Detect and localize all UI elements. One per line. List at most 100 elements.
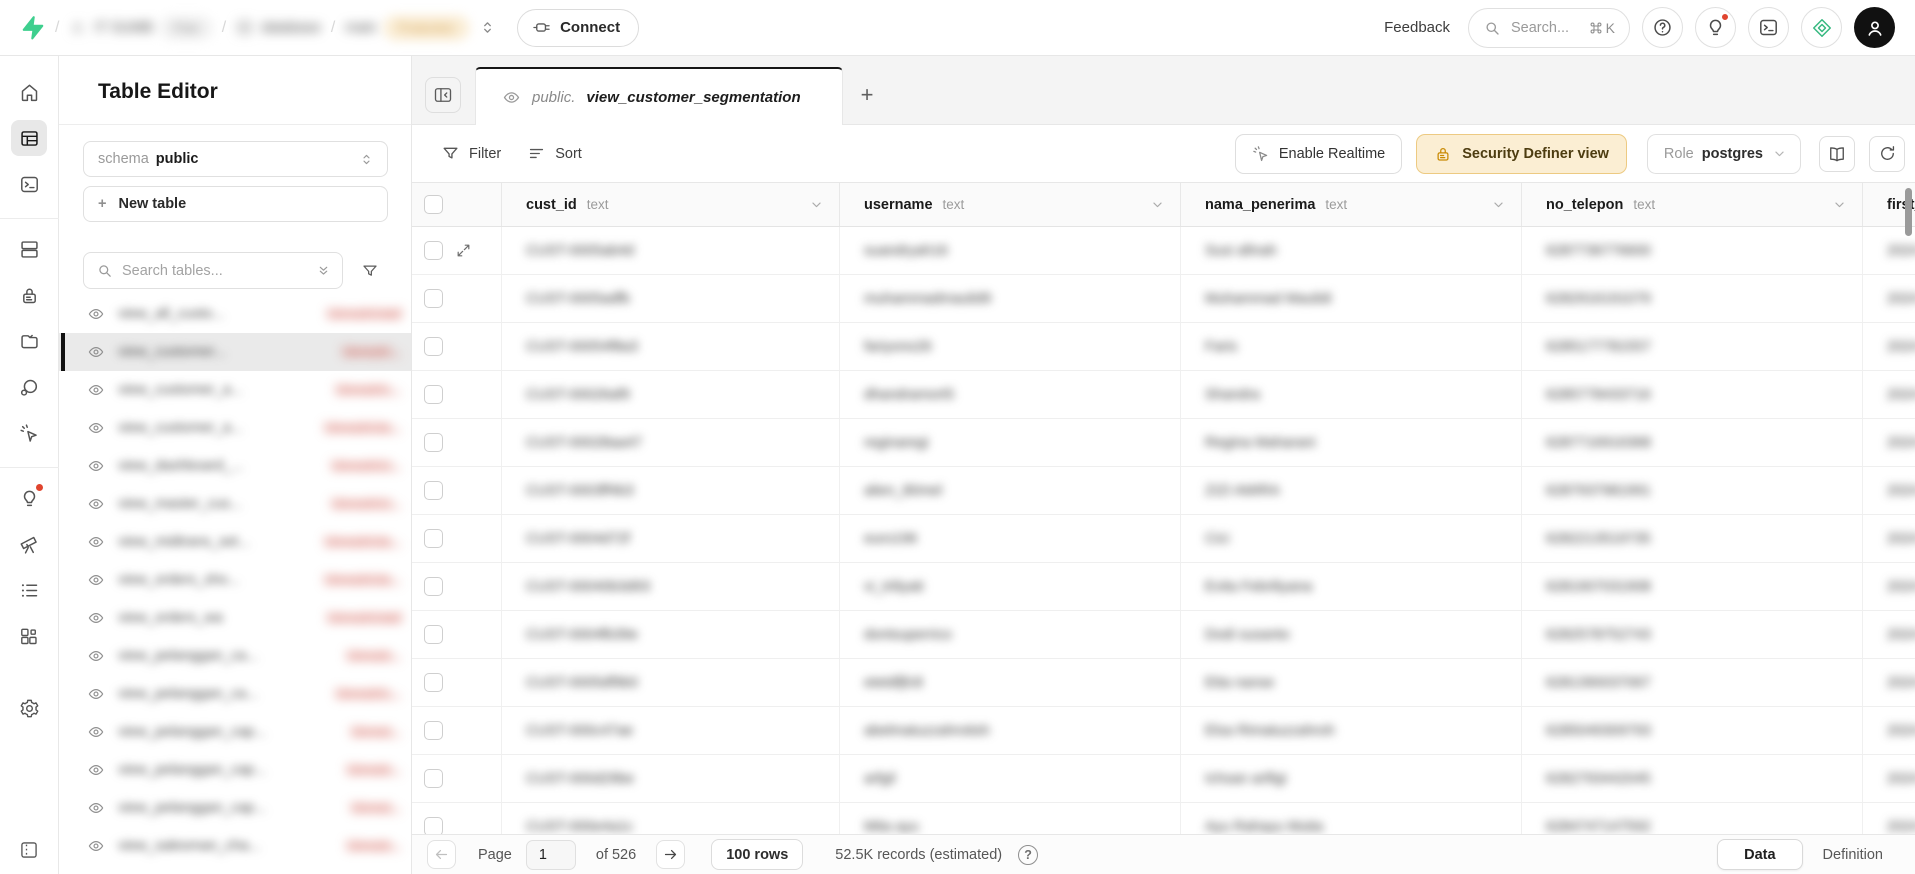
search-tables-input[interactable]	[122, 263, 306, 279]
cell-first_l[interactable]: 2024	[1863, 659, 1915, 706]
terminal-button[interactable]	[1748, 7, 1789, 48]
cell-username[interactable]: fariyono26	[840, 323, 1181, 370]
table-list-item[interactable]: view_pelanggan_ca...Unrestr...	[59, 637, 411, 675]
table-list-filter-button[interactable]	[351, 252, 388, 289]
cell-nama_penerima[interactable]: Etta nanse	[1181, 659, 1522, 706]
rail-item-authentication[interactable]	[11, 277, 47, 313]
table-list-item[interactable]: view_salesman_cha...Unrestr...	[59, 827, 411, 865]
branch-selector-chevrons-icon[interactable]	[478, 18, 497, 37]
collapse-sidebar-button[interactable]	[425, 77, 461, 113]
table-row[interactable]: CUST-0005ab4dsuandryah16Susi afinah62877…	[412, 227, 1915, 275]
table-list-item[interactable]: view_dashboard_...Unrestrict...	[59, 447, 411, 485]
cell-first_l[interactable]: 2024	[1863, 419, 1915, 466]
rail-item-home[interactable]	[11, 74, 47, 110]
rail-item-reports[interactable]	[11, 526, 47, 562]
records-help-icon[interactable]: ?	[1018, 845, 1038, 865]
cell-nama_penerima[interactable]: Shandra	[1181, 371, 1522, 418]
table-row[interactable]: CUST-000d29bearfgilIchsan arifigi6282793…	[412, 755, 1915, 803]
cell-username[interactable]: abelmatuzzahrotish	[840, 707, 1181, 754]
data-tab[interactable]: Data	[1717, 839, 1802, 870]
table-row[interactable]: CUST-0005adfbmuhammadmaulid9Muhammad Mau…	[412, 275, 1915, 323]
page-number-input[interactable]	[526, 840, 576, 870]
rows-per-page-button[interactable]: 100 rows	[711, 839, 803, 870]
cell-nama_penerima[interactable]: Regina Maharani	[1181, 419, 1522, 466]
table-list-item[interactable]: view_customer_a...Unrestric...	[59, 371, 411, 409]
cell-first_l[interactable]: 2024	[1863, 467, 1915, 514]
cell-cust_id[interactable]: CUST-00028aa47	[502, 419, 840, 466]
cell-cust_id[interactable]: CUST-0005ab4d	[502, 227, 840, 274]
row-checkbox[interactable]	[424, 721, 443, 740]
api-docs-button[interactable]	[1819, 136, 1855, 172]
breadcrumb-org[interactable]: IT SUMB Free	[69, 17, 211, 39]
cell-cust_id[interactable]: CUST-0005adfb	[502, 275, 840, 322]
cell-no_telepon[interactable]: 6282213519735	[1522, 515, 1863, 562]
rail-item-storage[interactable]	[11, 323, 47, 359]
table-row[interactable]: CUST-00040b3d93vi_triliyatiEvita Febrili…	[412, 563, 1915, 611]
table-list-item[interactable]: view_orders_waUnrestricted	[59, 599, 411, 637]
table-list-item[interactable]: view_pelanggan_cap...Unrest...	[59, 713, 411, 751]
breadcrumb-branch[interactable]: main Production	[345, 17, 468, 39]
cell-first_l[interactable]: 2024	[1863, 275, 1915, 322]
previous-page-button[interactable]	[427, 840, 456, 869]
cell-no_telepon[interactable]: 6282916191079	[1522, 275, 1863, 322]
cell-nama_penerima[interactable]: Muhammad Maulidi	[1181, 275, 1522, 322]
double-chevron-down-icon[interactable]	[315, 262, 332, 279]
rail-item-advisors[interactable]	[11, 480, 47, 516]
cell-first_l[interactable]: 2024	[1863, 563, 1915, 610]
rail-item-sql-editor[interactable]	[11, 166, 47, 202]
cell-first_l[interactable]: 2024	[1863, 707, 1915, 754]
table-list-item[interactable]: view_master_cus...Unrestrict...	[59, 485, 411, 523]
cell-no_telepon[interactable]: 6284747147592	[1522, 803, 1863, 834]
assistant-button[interactable]	[1801, 7, 1842, 48]
breadcrumb-project[interactable]: database	[236, 19, 321, 36]
cell-nama_penerima[interactable]: Susi afinah	[1181, 227, 1522, 274]
cell-no_telepon[interactable]: 6287937981991	[1522, 467, 1863, 514]
row-checkbox[interactable]	[424, 385, 443, 404]
cell-cust_id[interactable]: CUST-0004fb39e	[502, 611, 840, 658]
rail-item-integrations[interactable]	[11, 618, 47, 654]
rail-collapse-button[interactable]	[11, 832, 47, 868]
cell-cust_id[interactable]: CUST-000e4a1c	[502, 803, 840, 834]
row-checkbox[interactable]	[424, 433, 443, 452]
cell-no_telepon[interactable]: 6282578752743	[1522, 611, 1863, 658]
cell-username[interactable]: arfgil	[840, 755, 1181, 802]
security-definer-badge[interactable]: Security Definer view	[1416, 134, 1627, 174]
table-row[interactable]: CUST-00028aa47reginaregiRegina Maharani6…	[412, 419, 1915, 467]
cell-cust_id[interactable]: CUST-00054f8a3	[502, 323, 840, 370]
table-row[interactable]: CUST-0003ff4b3alien_80melZIZI AMIRA62879…	[412, 467, 1915, 515]
cell-no_telepon[interactable]: 6282793442045	[1522, 755, 1863, 802]
table-list-item[interactable]: view_pelanggan_ca...Unrestric...	[59, 675, 411, 713]
next-page-button[interactable]	[656, 840, 685, 869]
expand-row-button[interactable]	[455, 242, 472, 259]
cell-username[interactable]: muhammadmaulid9	[840, 275, 1181, 322]
definition-tab[interactable]: Definition	[1813, 839, 1893, 870]
cell-username[interactable]: alien_80mel	[840, 467, 1181, 514]
rail-item-realtime[interactable]	[11, 415, 47, 451]
cell-nama_penerima[interactable]: Ayu Rahayu Mutia	[1181, 803, 1522, 834]
cell-first_l[interactable]: 2024	[1863, 755, 1915, 802]
rail-item-table-editor[interactable]	[11, 120, 47, 156]
cell-no_telepon[interactable]: 6285778433716	[1522, 371, 1863, 418]
table-list-item[interactable]: view_customer_a...Unrestricte...	[59, 409, 411, 447]
cell-username[interactable]: vi_triliyati	[840, 563, 1181, 610]
column-header-username[interactable]: usernametext	[840, 183, 1181, 226]
refresh-button[interactable]	[1869, 136, 1905, 172]
select-all-checkbox[interactable]	[424, 195, 443, 214]
filter-button[interactable]: Filter	[441, 144, 501, 163]
row-checkbox[interactable]	[424, 673, 443, 692]
row-checkbox[interactable]	[424, 625, 443, 644]
cell-cust_id[interactable]: CUST-000c47ae	[502, 707, 840, 754]
rail-item-database[interactable]	[11, 231, 47, 267]
row-checkbox[interactable]	[424, 289, 443, 308]
connect-button[interactable]: Connect	[517, 9, 639, 47]
row-checkbox[interactable]	[424, 817, 443, 834]
new-tab-button[interactable]: +	[849, 77, 885, 113]
row-checkbox[interactable]	[424, 529, 443, 548]
cell-username[interactable]: Mita ayu	[840, 803, 1181, 834]
cell-username[interactable]: suandryah16	[840, 227, 1181, 274]
feedback-button[interactable]: Feedback	[1384, 19, 1450, 36]
cell-no_telepon[interactable]: 6285049309793	[1522, 707, 1863, 754]
cell-username[interactable]: reginaregi	[840, 419, 1181, 466]
cell-nama_penerima[interactable]: Ichsan arifigi	[1181, 755, 1522, 802]
cell-cust_id[interactable]: CUST-0004d72f	[502, 515, 840, 562]
